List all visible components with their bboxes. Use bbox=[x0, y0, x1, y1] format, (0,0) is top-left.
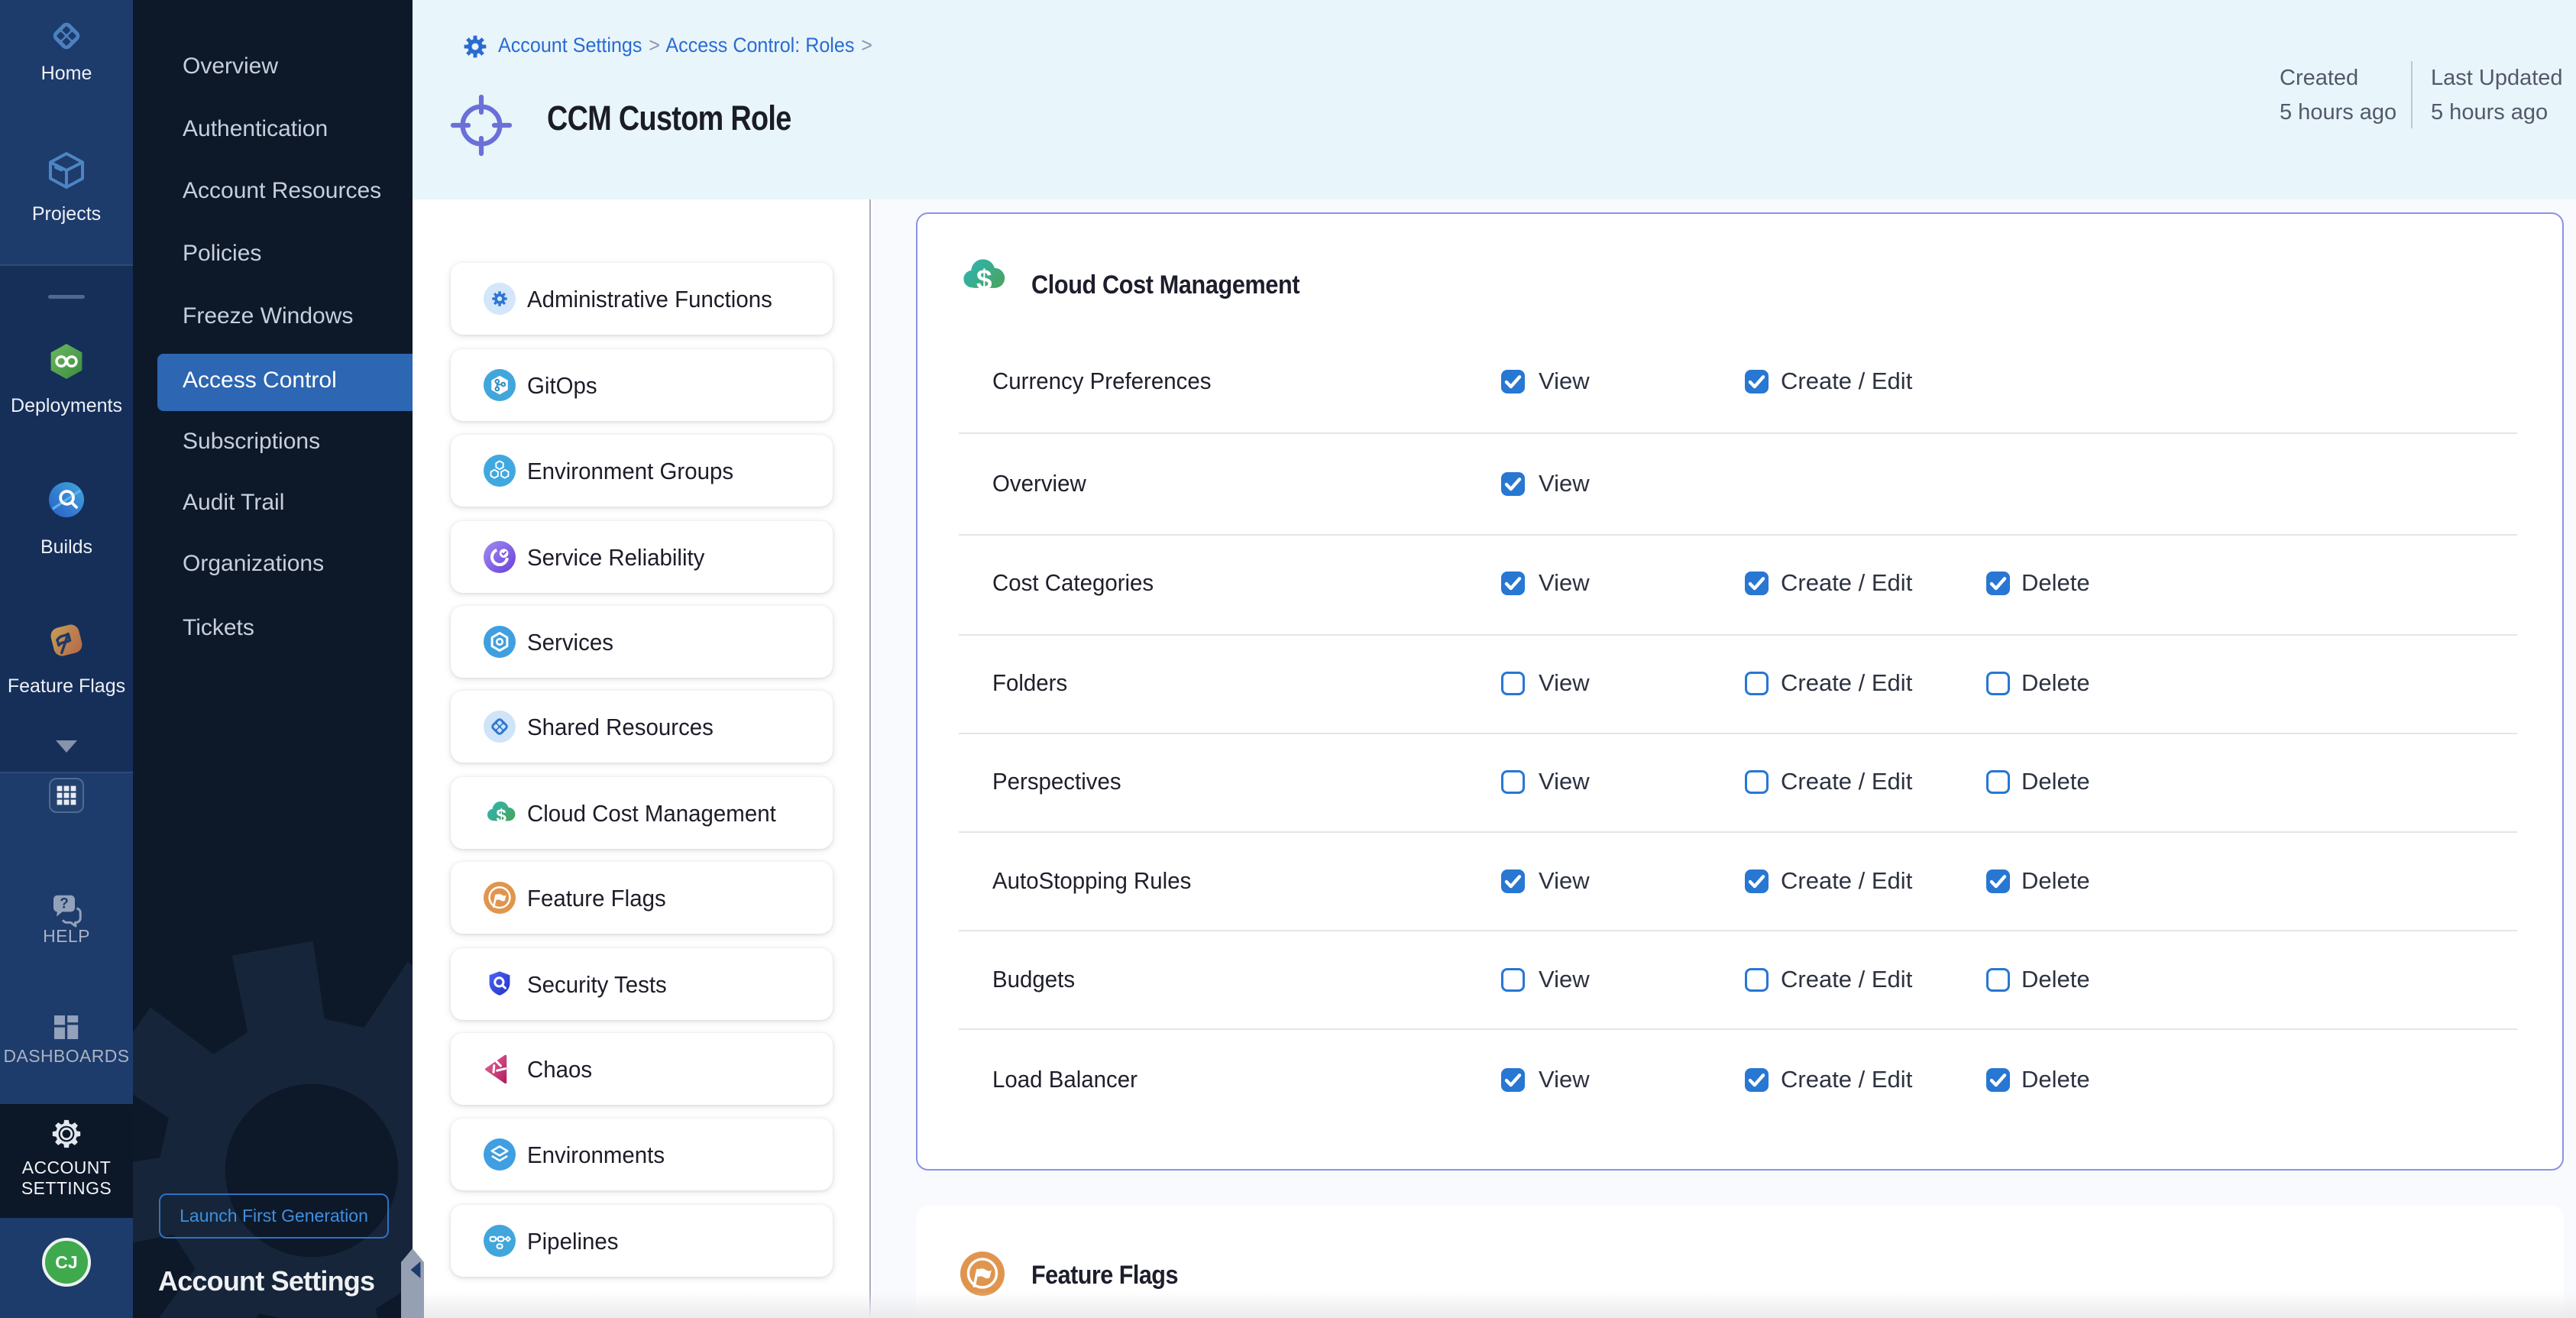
svg-text:?: ? bbox=[60, 896, 69, 912]
svg-text:$: $ bbox=[976, 264, 992, 295]
svg-text:$: $ bbox=[497, 805, 507, 826]
